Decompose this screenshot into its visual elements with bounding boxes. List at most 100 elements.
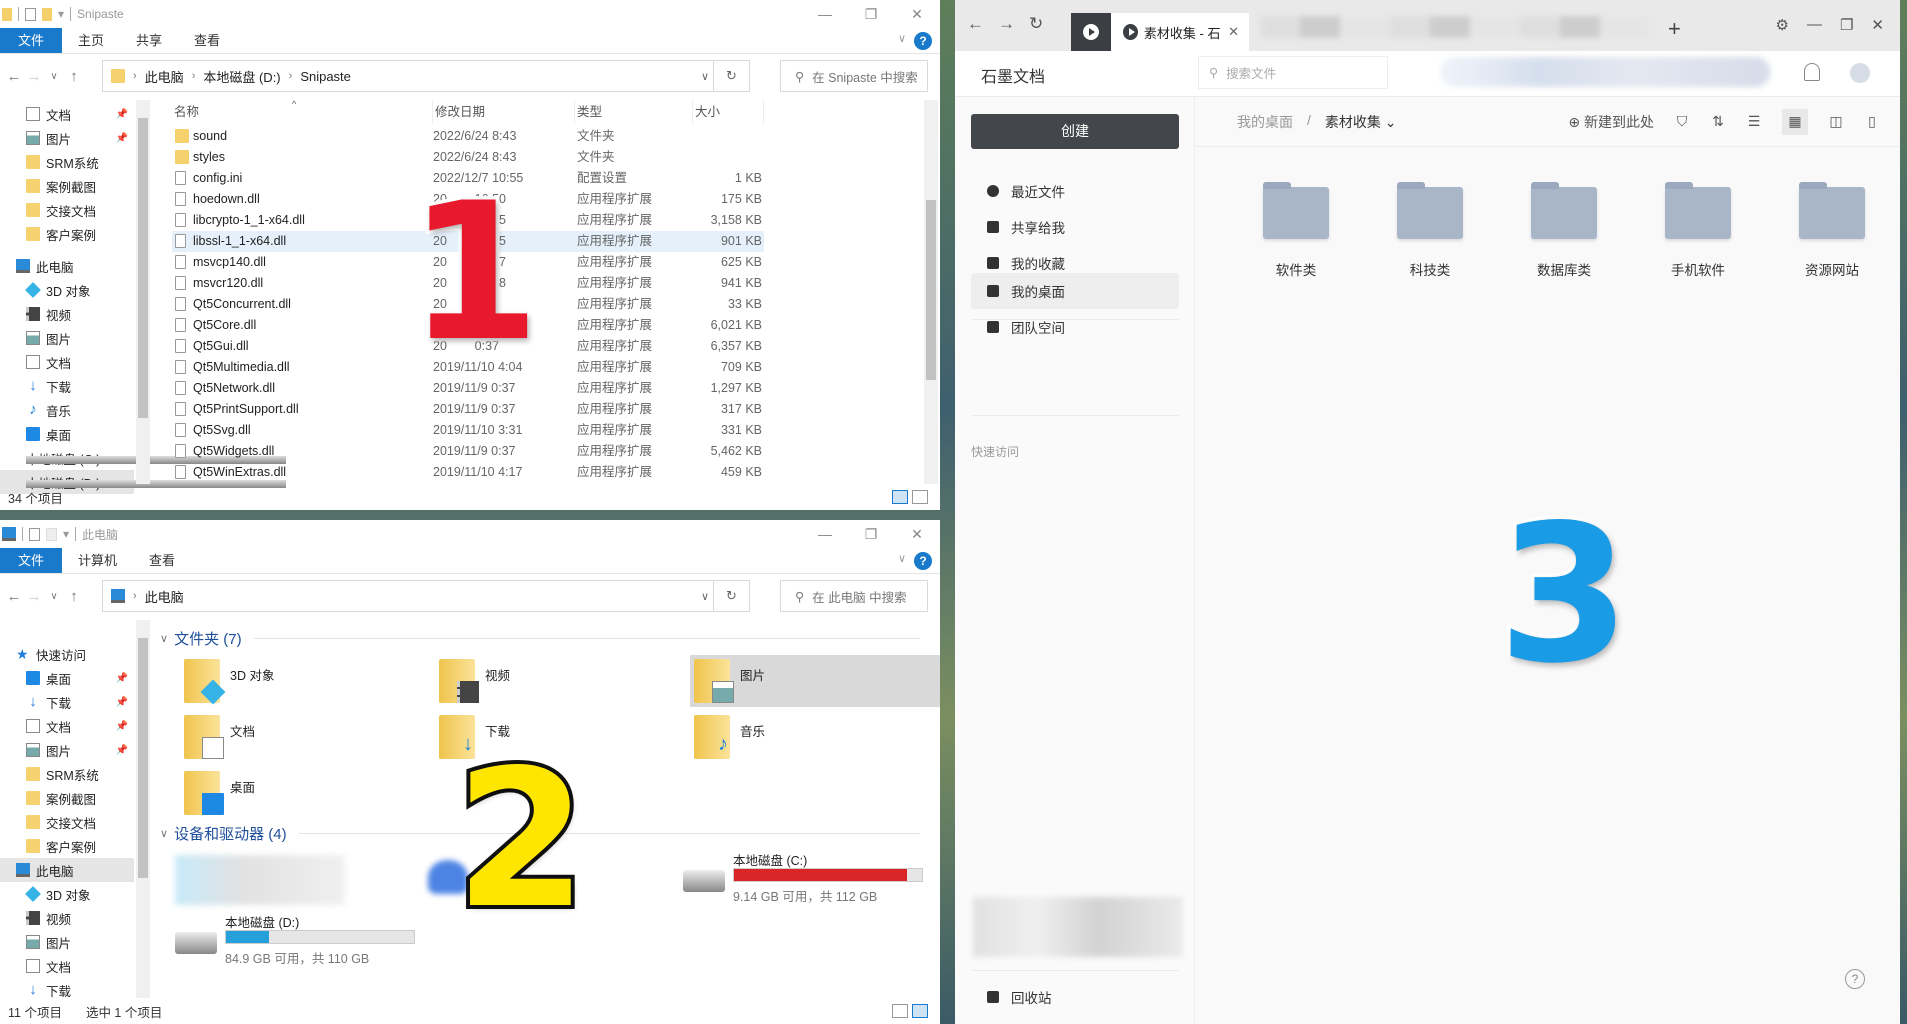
breadcrumb-item[interactable]: 我的桌面 [1237, 112, 1293, 132]
tab-file[interactable]: 文件 [0, 548, 63, 573]
folders-group-header[interactable]: ∨ 文件夹 (7) [160, 627, 920, 649]
file-row[interactable]: config.ini 2022/12/7 10:55 配置设置 1 KB [172, 168, 764, 189]
nav-item[interactable]: 图片 [0, 930, 134, 954]
tab-home[interactable]: 主页 [62, 28, 120, 53]
folder-card[interactable]: 科技类 [1385, 182, 1475, 279]
expand-ribbon-icon[interactable]: ∨ [898, 552, 906, 565]
avatar[interactable] [1850, 63, 1870, 83]
list-view-icon[interactable]: ☰ [1746, 113, 1762, 130]
search-input[interactable]: ⚲ 在 此电脑 中搜索 [780, 580, 928, 612]
tab-active[interactable]: 素材收集 - 石 ✕ [1111, 13, 1249, 51]
devices-group-header[interactable]: ∨ 设备和驱动器 (4) [160, 822, 920, 844]
new-tab-button[interactable]: + [1668, 16, 1681, 42]
nav-item[interactable]: SRM系统 [0, 762, 134, 786]
maximize-button[interactable]: ❐ [1840, 16, 1853, 34]
nav-item[interactable]: 文档 📌 [0, 714, 134, 738]
refresh-button[interactable]: ↻ [713, 61, 749, 91]
qa-dropdown-icon[interactable]: ▾ [63, 527, 69, 541]
recent-dropdown-icon[interactable]: ∨ [44, 71, 64, 82]
notification-bell-icon[interactable] [1804, 63, 1820, 81]
sidebar-item[interactable]: 共享给我 [971, 209, 1179, 245]
nav-item[interactable]: ↓ 下载 📌 [0, 690, 134, 714]
nav-item[interactable]: 桌面 📌 [0, 666, 134, 690]
help-icon[interactable]: ? [914, 32, 932, 50]
folder-tile[interactable]: 图片 [690, 655, 940, 707]
file-row[interactable]: Qt5Multimedia.dll 2019/11/10 4:04 应用程序扩展 70… [172, 357, 764, 378]
file-row[interactable]: Qt5Gui.dll 20 0:37 应用程序扩展 6,357 KB [172, 336, 764, 357]
file-row[interactable]: Qt5PrintSupport.dll 2019/11/9 0:37 应用程序扩展 3… [172, 399, 764, 420]
nav-item[interactable]: 视频 [0, 906, 134, 930]
nav-item[interactable]: 客户案例 [0, 222, 134, 246]
app-home-tab[interactable] [1071, 13, 1111, 51]
expand-ribbon-icon[interactable]: ∨ [898, 32, 906, 45]
drive-c[interactable]: 本地磁盘 (C:) 9.14 GB 可用，共 112 GB [683, 850, 940, 910]
new-folder-icon[interactable] [46, 527, 57, 541]
recent-dropdown-icon[interactable]: ∨ [44, 591, 64, 602]
large-icons-view-button[interactable] [912, 490, 928, 504]
properties-icon[interactable] [25, 7, 36, 21]
file-row[interactable]: Qt5Concurrent.dll 20 0:37 应用程序扩展 33 KB [172, 294, 764, 315]
folder-tile[interactable]: 3D 对象 [180, 655, 430, 707]
forward-button[interactable]: → [24, 68, 44, 85]
nav-item[interactable]: 图片 📌 [0, 126, 134, 150]
folder-card[interactable]: 手机软件 [1653, 182, 1743, 279]
maximize-button[interactable]: ❐ [848, 520, 894, 548]
brand-logo[interactable]: 石墨文档 [981, 63, 1045, 87]
breadcrumb-item[interactable]: 此电脑 [145, 67, 184, 86]
minimize-button[interactable]: — [802, 0, 848, 28]
close-button[interactable]: ✕ [894, 520, 940, 548]
new-folder-icon[interactable] [42, 7, 52, 21]
back-button[interactable]: ← [4, 68, 24, 85]
up-button[interactable]: ↑ [64, 68, 84, 85]
filter-icon[interactable]: ⛉ [1674, 113, 1690, 130]
file-row[interactable]: Qt5Network.dll 2019/11/9 0:37 应用程序扩展 1,297 … [172, 378, 764, 399]
help-icon[interactable]: ? [914, 552, 932, 570]
nav-item[interactable]: 此电脑 [0, 858, 134, 882]
nav-item[interactable]: 此电脑 [0, 254, 134, 278]
breadcrumb-current[interactable]: 素材收集 ⌄ [1325, 112, 1397, 132]
folder-card[interactable]: 资源网站 [1787, 182, 1877, 279]
tab-file[interactable]: 文件 [0, 28, 63, 53]
file-row[interactable]: libssl-1_1-x64.dll 20 18:25 应用程序扩展 901 KB [172, 231, 764, 252]
nav-item[interactable]: 桌面 [0, 422, 134, 446]
maximize-button[interactable]: ❐ [848, 0, 894, 28]
search-input[interactable]: ⚲ 在 Snipaste 中搜索 [780, 60, 928, 92]
address-dropdown-icon[interactable]: ∨ [701, 590, 709, 603]
breadcrumb-item[interactable]: 此电脑 [145, 587, 184, 606]
folder-tile[interactable]: 文档 [180, 711, 430, 763]
back-button[interactable]: ← [967, 14, 984, 34]
nav-item[interactable]: 客户案例 [0, 834, 134, 858]
large-icons-view-button[interactable] [912, 1004, 928, 1018]
tab-view[interactable]: 查看 [133, 548, 191, 573]
file-row[interactable]: msvcp140.dll 20 22:57 应用程序扩展 625 KB [172, 252, 764, 273]
minimize-button[interactable]: — [1807, 16, 1822, 34]
help-icon[interactable]: ? [1845, 969, 1865, 989]
address-bar[interactable]: › 此电脑 ∨ ↻ [102, 580, 750, 612]
tab-share[interactable]: 共享 [120, 28, 178, 53]
refresh-button[interactable]: ↻ [713, 581, 749, 611]
nav-item[interactable]: 案例截图 [0, 786, 134, 810]
address-dropdown-icon[interactable]: ∨ [701, 70, 709, 83]
file-row[interactable]: Qt5Svg.dll 2019/11/10 3:31 应用程序扩展 331 KB [172, 420, 764, 441]
file-row[interactable]: Qt5Widgets.dll 2019/11/9 0:37 应用程序扩展 5,462 … [172, 441, 764, 462]
breadcrumb-item[interactable]: 本地磁盘 (D:) [203, 67, 280, 86]
forward-button[interactable]: → [24, 588, 44, 605]
properties-icon[interactable] [29, 527, 40, 541]
folder-tile[interactable]: 视频 [435, 655, 685, 707]
nav-item[interactable]: 图片 📌 [0, 738, 134, 762]
nav-item[interactable]: 交接文档 [0, 810, 134, 834]
file-row[interactable]: hoedown.dll 20 16:50 应用程序扩展 175 KB [172, 189, 764, 210]
breadcrumb-item[interactable]: Snipaste [300, 69, 351, 84]
qa-dropdown-icon[interactable]: ▾ [58, 7, 64, 21]
details-view-button[interactable] [892, 1004, 908, 1018]
sidebar-item[interactable]: 团队空间 [971, 309, 1179, 345]
column-header-type[interactable]: 类型 [574, 100, 692, 124]
info-panel-icon[interactable]: ▯ [1864, 113, 1880, 130]
nav-item[interactable]: 文档 [0, 954, 134, 978]
file-row[interactable]: libcrypto-1_1-x64.dll 20 18:25 应用程序扩展 3,158… [172, 210, 764, 231]
nav-item[interactable]: ♪ 音乐 [0, 398, 134, 422]
reload-button[interactable]: ↻ [1029, 14, 1043, 34]
folder-card[interactable]: 数据库类 [1519, 182, 1609, 279]
folder-tile[interactable]: ↓ 下载 [435, 711, 685, 763]
folder-tile[interactable]: 桌面 [180, 767, 430, 819]
